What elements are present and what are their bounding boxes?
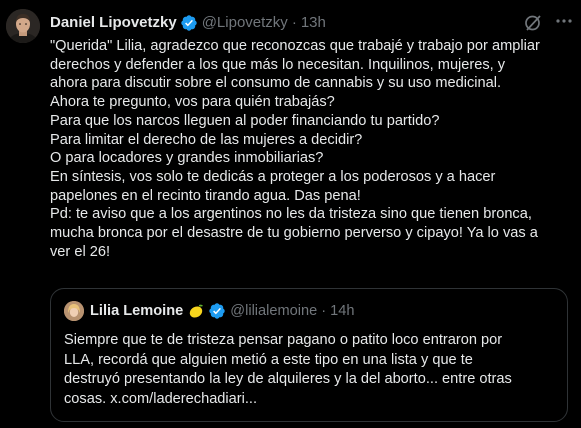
quoted-tweet-time[interactable]: 14h	[330, 301, 354, 321]
tweet-body-line: Ahora te pregunto, vos para quién trabaj…	[50, 94, 335, 111]
tweet-body-line: Para limitar el derecho de las mujeres a…	[50, 131, 363, 148]
quoted-body-line: Siempre que te de tristeza pensar pagano…	[64, 332, 503, 348]
tweet-body-line: ver el 26!	[50, 243, 111, 260]
quoted-author-avatar[interactable]	[64, 301, 84, 321]
tweet-body-line: derechos y defender a los que más lo nec…	[50, 56, 506, 73]
author-name[interactable]: Daniel Lipovetzky	[50, 13, 177, 33]
more-dots-icon[interactable]	[554, 11, 574, 31]
avatar-photo	[6, 9, 40, 43]
tweet-body-line: mucha bronca por el desastre de tu gobie…	[50, 225, 538, 242]
quoted-tweet-header: Lilia Lemoine @lilialemoine · 14h	[64, 301, 355, 321]
quoted-body-line: cosas. x.com/laderechadiari...	[64, 390, 258, 407]
quoted-tweet[interactable]: Lilia Lemoine @lilialemoine · 14h Siempr…	[50, 288, 568, 422]
separator-dot: ·	[321, 303, 327, 319]
tweet-body-line: "Querida" Lilia, agradezco que reconozca…	[50, 38, 540, 54]
tweet-body-line: papelones en el recinto tirando agua. Da…	[50, 187, 361, 204]
tweet-body-line: O para locadores y grandes inmobiliarias…	[50, 150, 324, 167]
tweet-body-line: En síntesis, vos solo te dedicás a prote…	[50, 168, 496, 185]
verified-badge-icon[interactable]	[180, 14, 198, 32]
quoted-tweet-body: Siempre que te de tristeza pensar pagano…	[64, 331, 559, 409]
separator-dot: ·	[291, 14, 297, 31]
grok-icon[interactable]	[523, 13, 543, 33]
tweet[interactable]: Daniel Lipovetzky @Lipovetzky · 13h "Que…	[0, 0, 581, 428]
lemon-emoji-icon	[187, 302, 205, 320]
tweet-body: "Querida" Lilia, agradezco que reconozca…	[50, 37, 572, 261]
quoted-body-line: destruyó presentando la ley de alquilere…	[64, 371, 512, 387]
tweet-body-line: Pd: te aviso que a los argentinos no les…	[50, 206, 532, 223]
tweet-time[interactable]: 13h	[301, 13, 326, 33]
tweet-body-line: ahora para discutir sobre el consumo de …	[50, 75, 502, 92]
quoted-author-name[interactable]: Lilia Lemoine	[90, 301, 183, 321]
author-avatar[interactable]	[6, 9, 40, 43]
tweet-body-line: Para que los narcos lleguen al poder fin…	[50, 112, 440, 129]
quoted-author-handle[interactable]: @lilialemoine	[230, 301, 317, 321]
author-handle[interactable]: @Lipovetzky	[202, 13, 288, 33]
quoted-body-line: LLA, recordá que alguien metió a este ti…	[64, 351, 473, 368]
verified-badge-icon[interactable]	[208, 302, 226, 320]
tweet-header: Daniel Lipovetzky @Lipovetzky · 13h	[50, 12, 326, 34]
